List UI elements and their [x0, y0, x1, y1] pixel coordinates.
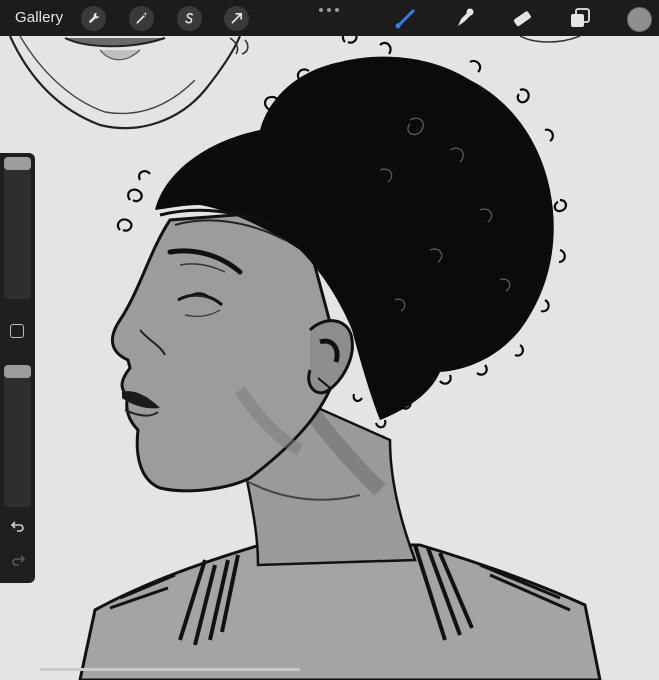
selection-s-icon	[185, 13, 194, 24]
top-toolbar: Gallery	[0, 0, 659, 36]
selection-button[interactable]	[177, 6, 202, 31]
wrench-icon	[88, 12, 100, 24]
square-icon[interactable]	[10, 324, 24, 338]
brush-icon[interactable]	[393, 5, 419, 31]
transform-button[interactable]	[224, 6, 249, 31]
redo-icon[interactable]	[10, 553, 26, 567]
color-picker-button[interactable]	[627, 7, 652, 32]
adjustments-button[interactable]	[129, 6, 154, 31]
opacity-slider-thumb[interactable]	[4, 365, 31, 378]
layers-icon[interactable]	[567, 5, 593, 31]
ellipsis-icon[interactable]	[319, 8, 339, 14]
smudge-icon[interactable]	[451, 5, 477, 31]
arrow-cursor-icon	[231, 12, 243, 24]
magic-wand-icon	[136, 11, 148, 24]
sketch-portrait	[8, 36, 602, 680]
drawing-canvas[interactable]	[0, 36, 659, 680]
undo-icon[interactable]	[10, 519, 26, 533]
eraser-icon[interactable]	[509, 5, 535, 31]
actions-button[interactable]	[81, 6, 106, 31]
opacity-slider[interactable]	[4, 365, 31, 507]
home-indicator	[40, 668, 300, 671]
gallery-button[interactable]: Gallery	[15, 9, 63, 26]
size-slider-thumb[interactable]	[4, 157, 31, 170]
left-sidebar	[0, 153, 35, 583]
size-slider[interactable]	[4, 157, 31, 299]
